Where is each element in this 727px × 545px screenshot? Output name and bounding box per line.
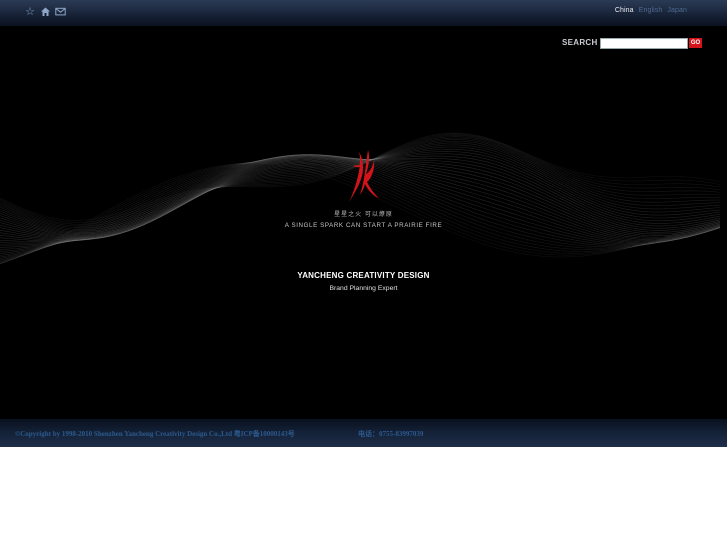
company-tagline: Brand Planning Expert <box>329 285 398 292</box>
star-icon[interactable]: ☆ <box>24 6 36 18</box>
company-name: YANCHENG CREATIVITY DESIGN <box>297 271 430 280</box>
footer-bar: ©Copyright by 1998-2010 Shenzhen Yanchen… <box>0 419 727 447</box>
language-link-china[interactable]: China <box>615 7 634 14</box>
search-input[interactable] <box>600 38 688 49</box>
phone-number: 电话：0755-83997039 <box>358 430 424 438</box>
language-switcher: China English Japan <box>612 7 687 14</box>
top-bar: ☆ China English Japan <box>0 0 727 26</box>
search-label: SEARCH <box>562 38 598 47</box>
language-link-japan[interactable]: Japan <box>667 7 687 14</box>
language-link-english[interactable]: English <box>639 7 663 14</box>
search-go-button[interactable]: GO <box>689 38 702 48</box>
page-stage: ☆ China English Japan SEARCH GO 星星之火 可以燎… <box>0 0 727 447</box>
mail-icon[interactable] <box>54 6 66 18</box>
brand-logo-icon[interactable] <box>346 148 382 204</box>
slogan-english: A SINGLE SPARK CAN START A PRAIRIE FIRE <box>284 222 443 229</box>
copyright-text: ©Copyright by 1998-2010 Shenzhen Yanchen… <box>15 430 295 438</box>
slogan-chinese: 星星之火 可以燎原 <box>334 212 393 218</box>
home-icon[interactable] <box>39 6 51 18</box>
